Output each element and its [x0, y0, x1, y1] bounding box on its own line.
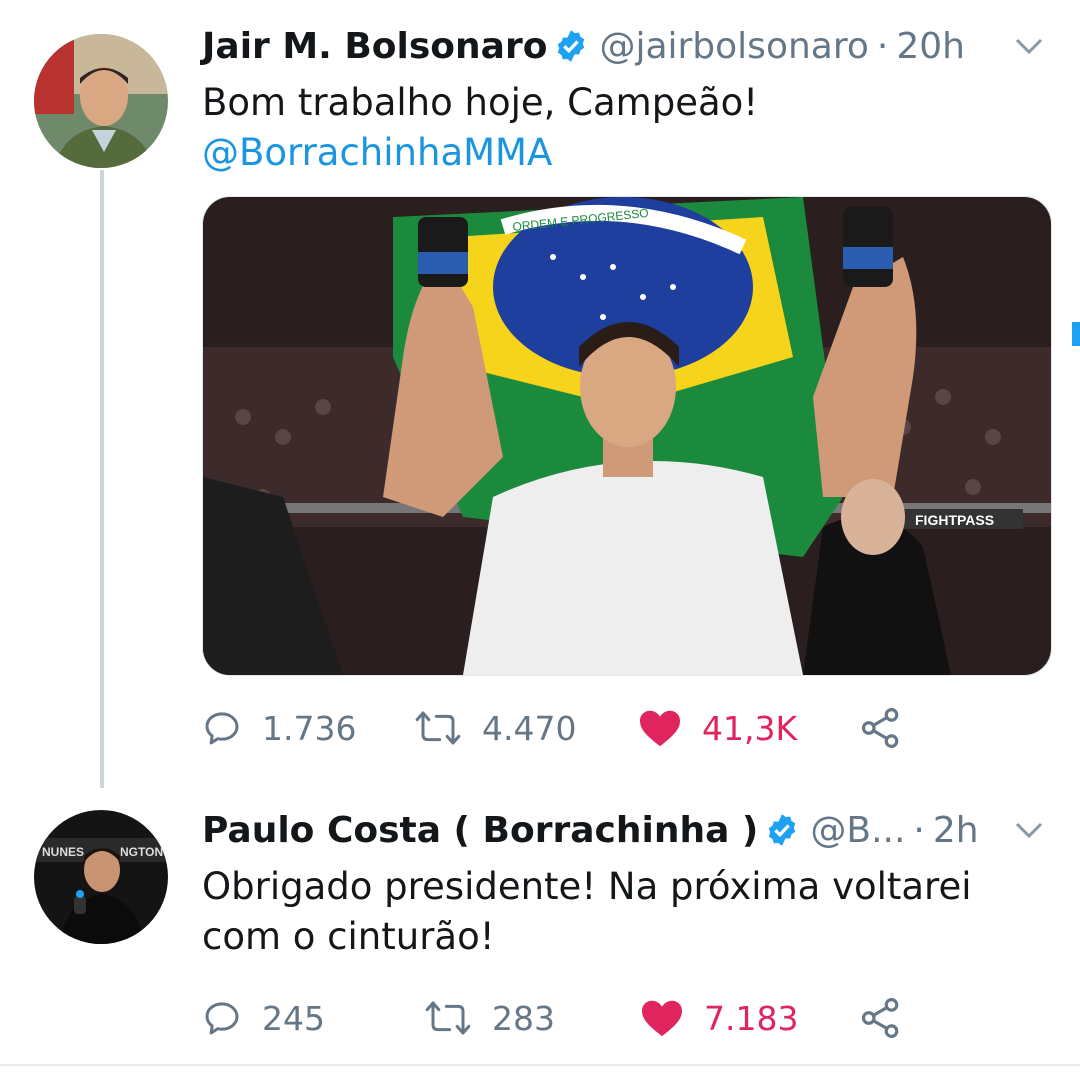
reply-icon	[205, 1002, 239, 1035]
heart-icon	[640, 710, 680, 747]
tweet-actions: 245 283 7.183	[202, 990, 1050, 1046]
verified-icon	[558, 30, 585, 62]
separator-dot: ·	[876, 25, 889, 67]
share-icon	[861, 998, 899, 1038]
avatar[interactable]	[34, 34, 168, 168]
share-icon	[861, 708, 899, 748]
tweet-actions: 1.736 4.470 41,3K	[202, 700, 1050, 756]
divider	[0, 1064, 1080, 1066]
share-button[interactable]	[860, 700, 922, 756]
scroll-indicator	[1072, 322, 1080, 346]
timestamp[interactable]: 20h	[896, 26, 965, 67]
reply-count: 1.736	[262, 708, 357, 748]
like-button[interactable]: 7.183	[640, 990, 798, 1046]
like-count: 41,3K	[702, 708, 798, 748]
heart-icon	[642, 1000, 682, 1037]
svg-text:NUNES: NUNES	[42, 845, 84, 859]
timestamp[interactable]: 2h	[933, 810, 979, 851]
tweet-body: Bom trabalho hoje, Campeão!	[202, 81, 759, 124]
retweet-count: 283	[492, 998, 555, 1038]
separator-dot: ·	[913, 809, 925, 851]
tweet-body-line-2: com o cinturão!	[202, 915, 495, 958]
verified-icon	[769, 814, 796, 846]
banner-text: FIGHTPASS	[915, 512, 994, 528]
tweet-text: Bom trabalho hoje, Campeão! @Borrachinha…	[202, 78, 758, 178]
avatar[interactable]: NUNES NGTON	[34, 810, 168, 944]
reply-count: 245	[262, 998, 325, 1038]
author-handle[interactable]: @B...	[810, 810, 905, 851]
retweet-icon	[425, 1001, 471, 1035]
thread-connector-line	[100, 170, 104, 788]
retweet-button[interactable]: 283	[424, 990, 555, 1046]
author-name[interactable]: Jair M. Bolsonaro	[202, 26, 547, 67]
retweet-count: 4.470	[482, 708, 577, 748]
reply-icon	[205, 712, 239, 745]
share-button[interactable]	[860, 990, 922, 1046]
like-button[interactable]: 41,3K	[638, 700, 797, 756]
mention-link[interactable]: @BorrachinhaMMA	[202, 128, 758, 178]
chevron-down-icon[interactable]	[1014, 36, 1044, 56]
tweet-text: Obrigado presidente! Na próxima voltarei…	[202, 862, 972, 962]
svg-text:NGTON: NGTON	[120, 845, 163, 859]
tweet-header: Paulo Costa ( Borrachinha ) @B... · 2h	[202, 800, 979, 860]
tweet-body-line-1: Obrigado presidente! Na próxima voltarei	[202, 865, 972, 908]
retweet-button[interactable]: 4.470	[414, 700, 576, 756]
retweet-icon	[415, 711, 461, 745]
author-handle[interactable]: @jairbolsonaro	[599, 26, 868, 67]
chevron-down-icon[interactable]	[1014, 820, 1044, 840]
like-count: 7.183	[704, 998, 799, 1038]
tweet-photo[interactable]: FIGHTPASS ORDEM E PROGRESSO	[202, 196, 1052, 676]
reply-button[interactable]: 245	[202, 990, 325, 1046]
tweet-header: Jair M. Bolsonaro @jairbolsonaro · 20h	[202, 16, 965, 76]
author-name[interactable]: Paulo Costa ( Borrachinha )	[202, 810, 758, 851]
reply-button[interactable]: 1.736	[202, 700, 356, 756]
